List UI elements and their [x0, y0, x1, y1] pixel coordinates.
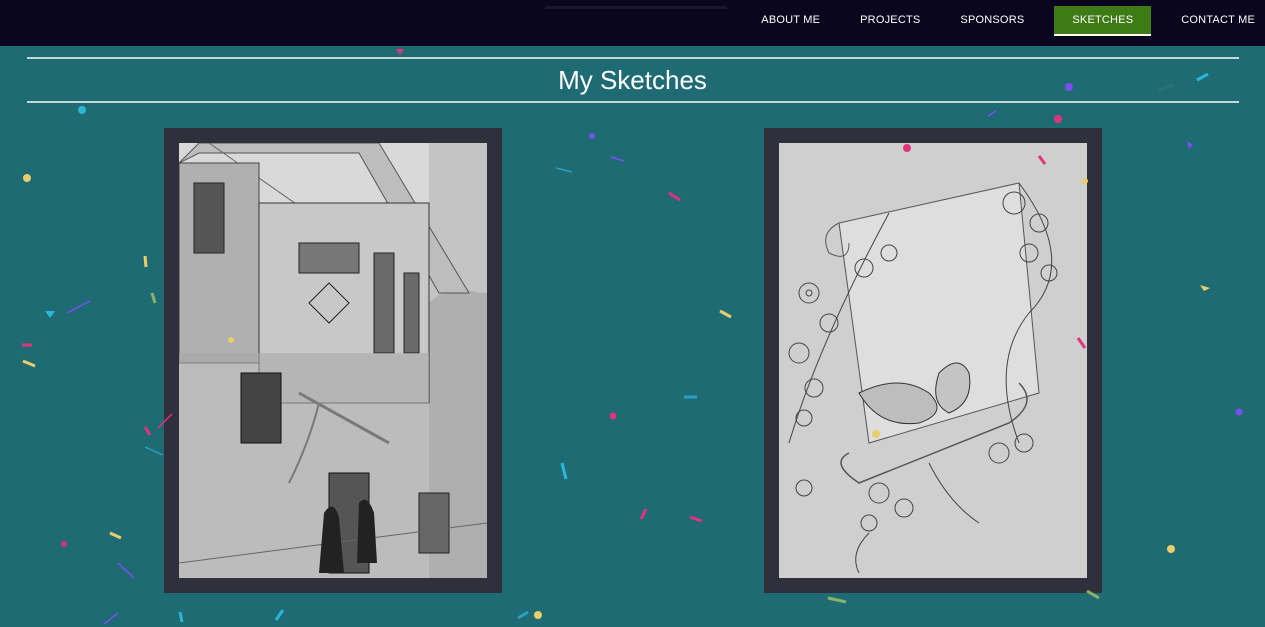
navbar-divider — [545, 6, 727, 9]
nav-about-me[interactable]: ABOUT ME — [751, 6, 830, 34]
title-bottom-rule — [27, 101, 1239, 103]
page-title: My Sketches — [558, 65, 707, 95]
nav-sponsors[interactable]: SPONSORS — [950, 6, 1034, 34]
title-top-rule — [27, 57, 1239, 59]
top-navbar: ABOUT ME PROJECTS SPONSORS SKETCHES CONT… — [0, 0, 1265, 46]
sketch-frame-house[interactable] — [164, 128, 502, 593]
sketch-frame-birds[interactable] — [764, 128, 1102, 593]
main-nav: ABOUT ME PROJECTS SPONSORS SKETCHES CONT… — [731, 6, 1265, 36]
birds-sketch-image — [779, 143, 1087, 578]
nav-sketches[interactable]: SKETCHES — [1054, 6, 1152, 36]
nav-contact-me[interactable]: CONTACT ME — [1171, 6, 1265, 34]
nav-projects[interactable]: PROJECTS — [850, 6, 930, 34]
house-sketch-image — [179, 143, 487, 578]
